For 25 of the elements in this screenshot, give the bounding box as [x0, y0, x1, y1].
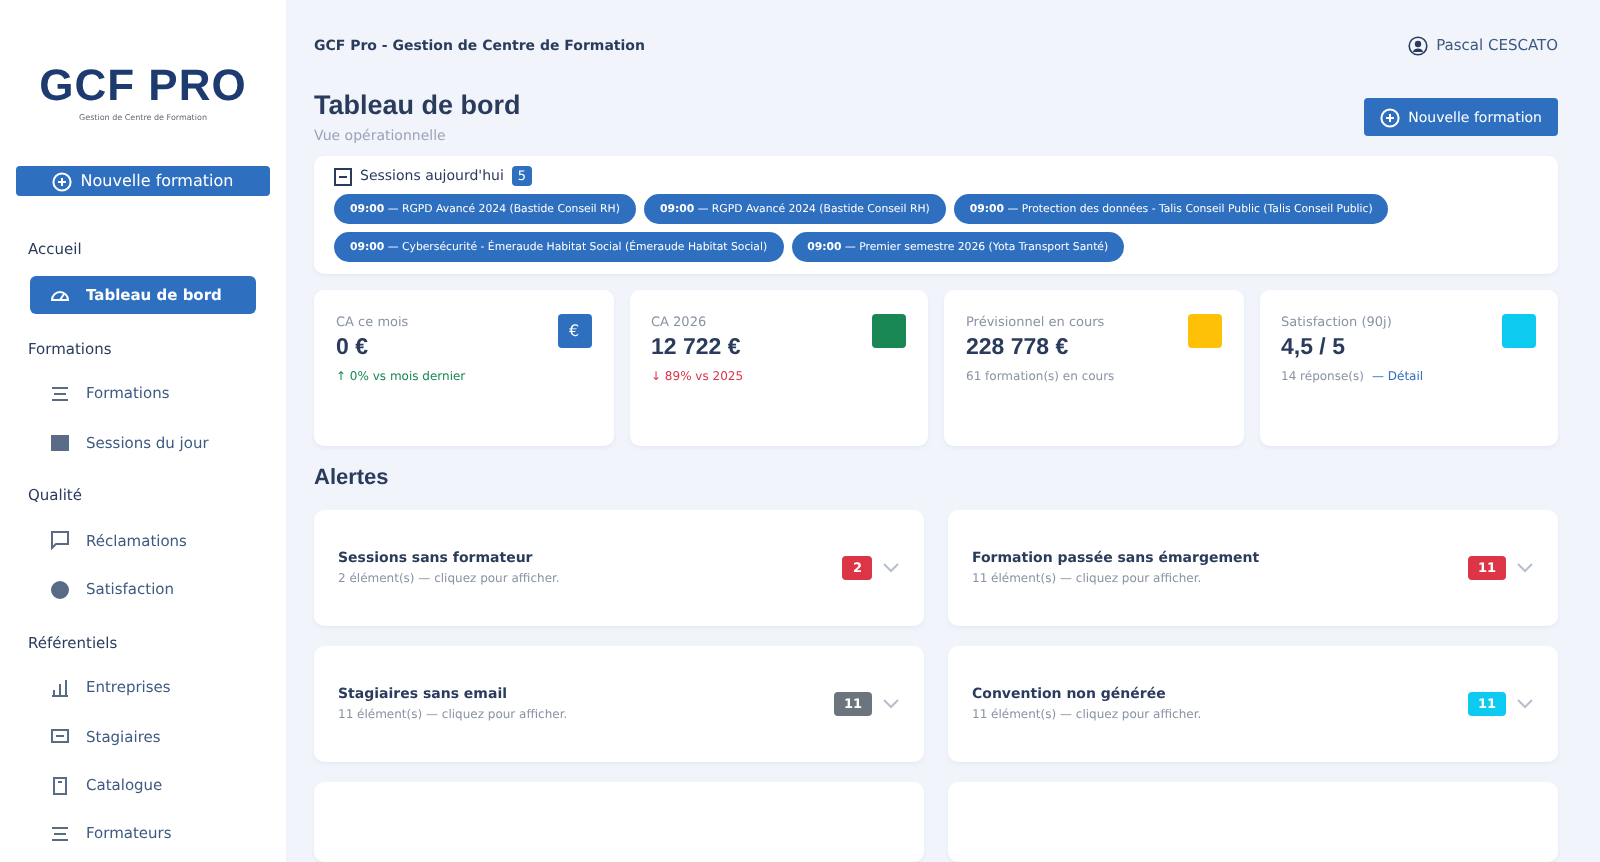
euro-icon: €	[557, 314, 591, 348]
stat-value: 12 722 €	[651, 336, 743, 360]
stat-value: 0 €	[336, 336, 370, 360]
new-formation-button[interactable]: Nouvelle formation	[16, 166, 270, 197]
book-icon	[50, 775, 70, 796]
chevron-down-icon	[1516, 698, 1534, 710]
collapse-icon	[334, 167, 352, 185]
stat-value: 4,5 / 5	[1281, 336, 1347, 360]
list-icon	[50, 823, 70, 844]
chevron-down-icon	[1516, 562, 1534, 574]
list-icon	[50, 383, 70, 404]
circle-icon	[50, 579, 70, 600]
page-title: Tableau de bord	[314, 90, 521, 120]
chat-icon	[50, 530, 70, 551]
user-icon	[1408, 35, 1429, 55]
plus-circle-icon	[52, 171, 73, 192]
bar-chart-icon	[50, 677, 70, 698]
plus-circle-icon	[1380, 107, 1401, 127]
chevron-down-icon	[882, 698, 900, 710]
stat-value: 228 778 €	[966, 336, 1071, 360]
card-icon	[50, 726, 70, 747]
chevron-down-icon	[882, 562, 900, 574]
section-heading: Alertes	[314, 466, 391, 490]
calendar-icon	[50, 432, 70, 453]
logo-title: GCF PRO	[39, 64, 247, 108]
